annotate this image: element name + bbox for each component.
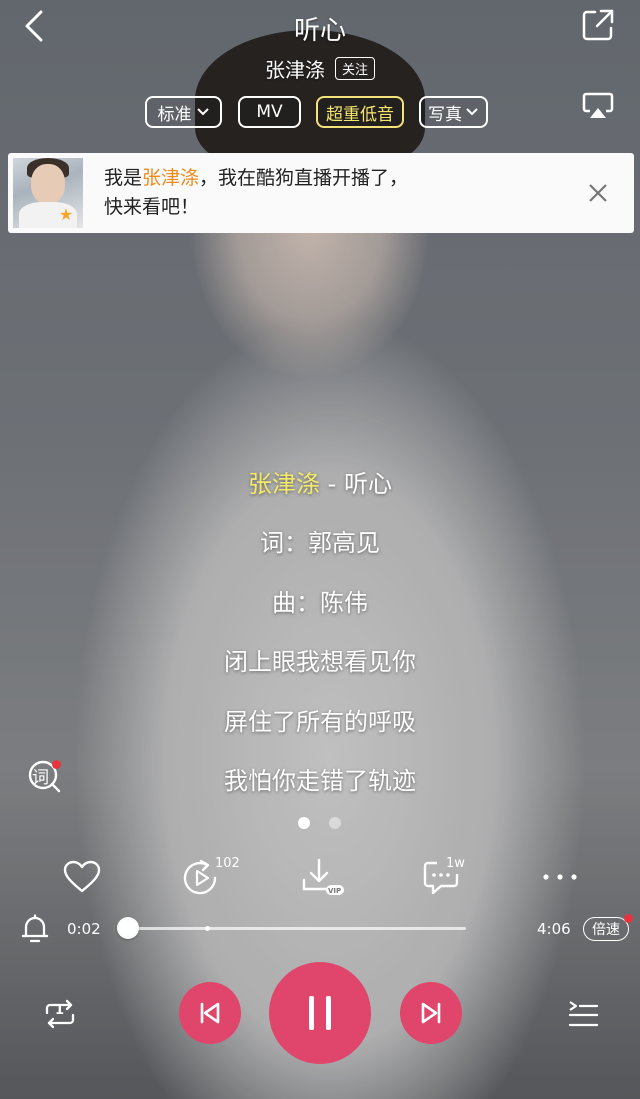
share-button[interactable] xyxy=(580,7,616,43)
lyric-line: 词：郭高见 xyxy=(260,529,380,557)
follow-button[interactable]: 关注 xyxy=(334,57,375,80)
avatar-face xyxy=(31,164,65,204)
mv-pill[interactable]: MV xyxy=(238,96,301,128)
previous-icon xyxy=(200,1002,220,1024)
share-icon xyxy=(582,9,614,41)
listen-count: 102 xyxy=(215,856,240,871)
banner-highlight-name: 张津涤 xyxy=(142,167,200,189)
quality-standard-label: 标准 xyxy=(157,104,192,125)
pause-button[interactable] xyxy=(269,962,371,1064)
next-icon xyxy=(421,1002,441,1024)
progress-marker xyxy=(205,926,210,931)
progress-thumb[interactable] xyxy=(117,917,139,939)
banner-line-2: 快来看吧！ xyxy=(104,196,200,218)
lyric-song: - 听心 xyxy=(320,470,392,498)
close-icon xyxy=(589,184,607,202)
super-bass-label: 超重低音 xyxy=(326,104,394,125)
playback-speed-button[interactable]: 倍速 xyxy=(583,917,629,941)
like-button[interactable] xyxy=(60,857,104,897)
repeat-one-label: 1 xyxy=(55,1003,65,1018)
banner-line-1: 我是张津涤，我在酷狗直播开播了， xyxy=(104,164,408,193)
artist-name[interactable]: 张津涤 xyxy=(265,54,325,83)
repeat-mode-button[interactable]: 1 xyxy=(40,996,80,1032)
star-badge-icon: ★ xyxy=(58,205,74,224)
playlist-icon xyxy=(568,1001,599,1027)
next-button[interactable] xyxy=(400,982,462,1044)
chevron-down-icon xyxy=(196,108,209,116)
banner-suffix: ，我在酷狗直播开播了， xyxy=(199,167,409,189)
more-icon xyxy=(543,874,577,880)
lyric-line: 我怕你走错了轨迹 xyxy=(224,767,416,795)
lyrics-notification-dot xyxy=(52,760,61,769)
bell-icon xyxy=(21,914,49,943)
live-stream-banner[interactable]: ★ 我是张津涤，我在酷狗直播开播了， 快来看吧！ xyxy=(8,153,634,233)
banner-prefix: 我是 xyxy=(104,167,143,189)
banner-message: 我是张津涤，我在酷狗直播开播了， 快来看吧！ xyxy=(104,164,408,222)
lyric-line: 屏住了所有的呼吸 xyxy=(224,708,416,736)
pager-dot[interactable] xyxy=(329,817,341,829)
more-button[interactable] xyxy=(540,862,580,892)
lyrics-mode-label: 词 xyxy=(32,768,49,788)
playlist-button[interactable] xyxy=(564,996,602,1032)
chevron-down-icon xyxy=(466,108,478,116)
speed-notification-dot xyxy=(624,914,633,923)
previous-button[interactable] xyxy=(179,982,241,1044)
mv-label: MV xyxy=(256,102,283,122)
download-button[interactable]: VIP xyxy=(300,856,346,898)
cast-screen-icon xyxy=(582,92,614,118)
pager-dot-active[interactable] xyxy=(298,817,310,829)
song-title: 听心 xyxy=(293,16,346,46)
airplay-button[interactable] xyxy=(578,88,618,124)
progress-track[interactable] xyxy=(128,927,466,930)
lyric-line: 曲：陈伟 xyxy=(272,589,368,617)
artist-avatar: ★ xyxy=(13,158,83,228)
total-time: 4:06 xyxy=(537,920,571,938)
heart-icon xyxy=(63,860,101,893)
timer-button[interactable] xyxy=(20,913,50,945)
comment-count: 1w xyxy=(446,856,465,871)
super-bass-pill[interactable]: 超重低音 xyxy=(316,96,404,128)
photo-label: 写真 xyxy=(428,104,462,125)
pause-icon xyxy=(309,996,331,1030)
vip-badge: VIP xyxy=(328,887,342,895)
banner-close-button[interactable] xyxy=(582,177,614,209)
photo-pill[interactable]: 写真 xyxy=(419,96,488,128)
artist-row: 张津涤 关注 xyxy=(0,54,640,83)
lyric-artist: 张津涤 xyxy=(248,470,321,498)
lyric-line: 闭上眼我想看见你 xyxy=(224,648,416,676)
lyric-title-line: 张津涤 - 听心 xyxy=(0,464,640,499)
current-time: 0:02 xyxy=(67,920,101,938)
quality-standard-pill[interactable]: 标准 xyxy=(145,96,222,128)
